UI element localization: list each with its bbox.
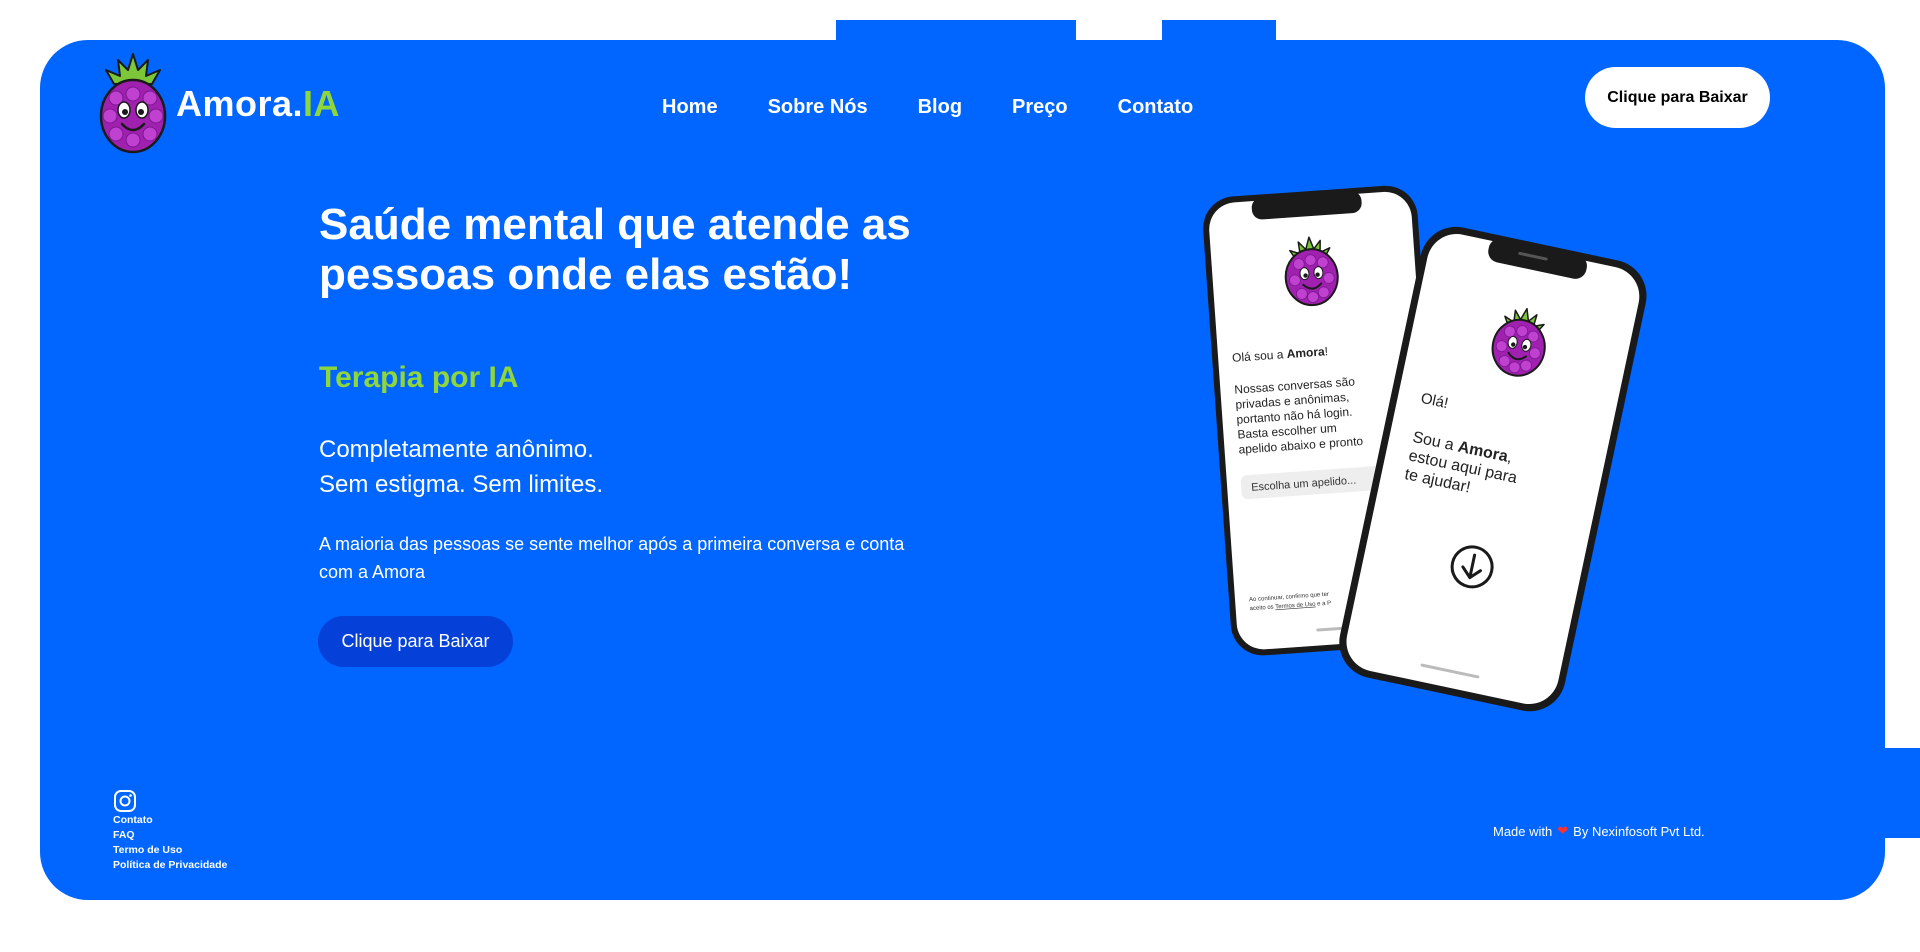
footer-link-contato[interactable]: Contato bbox=[113, 813, 227, 827]
header-download-button[interactable]: Clique para Baixar bbox=[1585, 67, 1770, 128]
hero-subtitle: Terapia por IA bbox=[319, 361, 519, 394]
brand-dot: . bbox=[292, 83, 304, 124]
hero-tagline-line-1: Completamente anônimo. bbox=[319, 436, 594, 463]
footer-link-politica-de-privacidade[interactable]: Política de Privacidade bbox=[113, 858, 227, 872]
top-tab-decoration bbox=[1162, 20, 1276, 42]
footer-link-faq[interactable]: FAQ bbox=[113, 828, 227, 842]
footer-links: Contato FAQ Termo de Uso Política de Pri… bbox=[113, 813, 227, 872]
hero-description: A maioria das pessoas se sente melhor ap… bbox=[319, 534, 905, 582]
nav-item-home[interactable]: Home bbox=[662, 96, 718, 119]
credit-prefix: Made with bbox=[1493, 823, 1553, 839]
raspberry-mascot-icon bbox=[99, 53, 167, 154]
hero-tagline: Completamente anônimo. Sem estigma. Sem … bbox=[319, 432, 603, 502]
phone-back-message: Nossas conversas são privadas e anônimas… bbox=[1234, 374, 1364, 457]
hero-tagline-line-2: Sem estigma. Sem limites. bbox=[319, 471, 604, 498]
brand-accent: IA bbox=[303, 83, 341, 124]
top-tab-decoration bbox=[836, 20, 1076, 42]
nav-item-contato[interactable]: Contato bbox=[1118, 96, 1194, 119]
instagram-icon[interactable] bbox=[113, 789, 137, 813]
hero-title: Saúde mental que atende as pessoas onde … bbox=[319, 200, 911, 299]
hero-download-button[interactable]: Clique para Baixar bbox=[318, 616, 513, 667]
brand-logo[interactable]: Amora.IA bbox=[98, 52, 340, 156]
nav-item-blog[interactable]: Blog bbox=[918, 96, 962, 119]
brand-name: Amora.IA bbox=[176, 83, 341, 124]
nav-item-sobre-nos[interactable]: Sobre Nós bbox=[768, 96, 868, 119]
footer-credit: Made with ❤ By Nexinfosoft Pvt Ltd. bbox=[1493, 823, 1705, 839]
credit-suffix: By Nexinfosoft Pvt Ltd. bbox=[1573, 823, 1705, 839]
main-nav: Home Sobre Nós Blog Preço Contato bbox=[662, 96, 1193, 119]
nav-item-preco[interactable]: Preço bbox=[1012, 96, 1068, 119]
hero-card: Amora.IA Home Sobre Nós Blog Preço Conta… bbox=[40, 40, 1885, 900]
phones-illustration: Olá sou a Amora! Nossas conversas são pr… bbox=[1203, 185, 1647, 712]
heart-icon: ❤ bbox=[1557, 823, 1569, 838]
footer-link-termo-de-uso[interactable]: Termo de Uso bbox=[113, 843, 227, 857]
side-decoration bbox=[1880, 748, 1920, 838]
